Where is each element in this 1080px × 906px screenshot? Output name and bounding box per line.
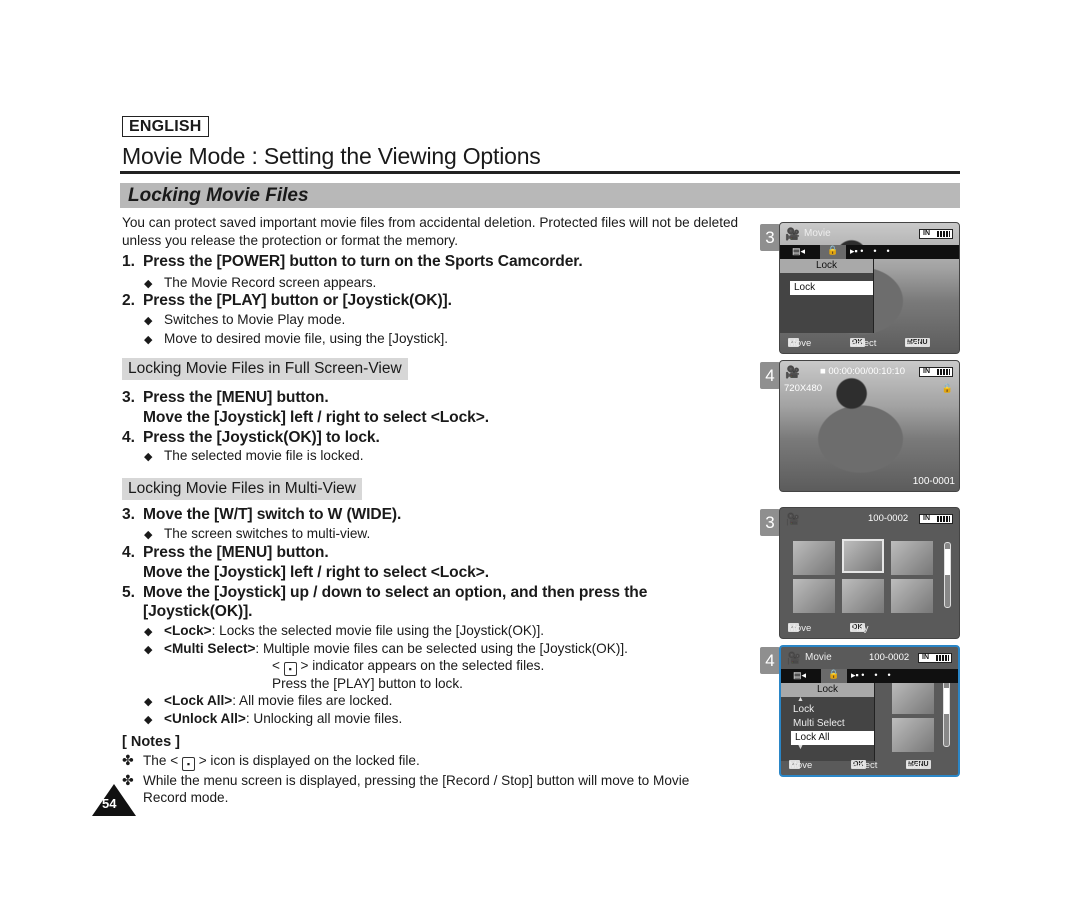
multi-view-icon: ▤◂ <box>792 246 806 256</box>
thumbnail[interactable] <box>793 579 835 613</box>
step-1: 1. Press the [POWER] button to turn on th… <box>122 253 583 270</box>
screen-step-badge: 3 <box>760 509 780 536</box>
option-unlock-all: ◆ <Unlock All>: Unlocking all movie files… <box>144 710 402 729</box>
battery-icon: IN <box>918 653 952 663</box>
bullet: ◆ Switches to Movie Play mode. <box>144 311 345 330</box>
camera-screen-playback: 🎥 ■ 00:00:00/00:10:10 IN 720X480 🔒 100-0… <box>779 360 960 492</box>
multi-view-icon: ▤◂ <box>793 670 807 680</box>
file-number: 100-0002 <box>868 513 909 524</box>
camera-screen-multi-lock-menu: 🎥 Movie 100-0002 IN ▤◂ 🔒 ▸▪ • • • Lock ▲… <box>779 645 960 777</box>
title-divider <box>120 171 960 174</box>
battery-icon: IN <box>919 514 953 524</box>
bullet: ◆ The selected movie file is locked. <box>144 447 363 466</box>
menu-tab-bar: ▤◂ 🔒 ▸▪ • • • <box>780 245 959 259</box>
diamond-bullet-icon: ◆ <box>144 529 153 541</box>
mode-label: Movie <box>805 652 832 663</box>
scrollbar[interactable] <box>943 681 950 747</box>
subheading-full-screen: Locking Movie Files in Full Screen-View <box>122 358 408 380</box>
thumbnail <box>892 718 934 752</box>
subheading-multi-view: Locking Movie Files in Multi-View <box>122 478 362 500</box>
menu-tab-bar: ▤◂ 🔒 ▸▪ • • • <box>781 669 958 683</box>
thumbnail[interactable] <box>891 579 933 613</box>
note-1: ✤ The < ▪ > icon is displayed on the lock… <box>122 752 420 771</box>
menu-title: Lock <box>781 683 874 697</box>
screen-step-badge: 3 <box>760 224 780 251</box>
timecode: 00:00:00/00:10:10 <box>828 366 905 377</box>
menu-title: Lock <box>780 259 873 273</box>
clover-bullet-icon: ✤ <box>122 752 134 768</box>
resolution-label: 720X480 <box>784 383 823 394</box>
note-2-cont: Record mode. <box>143 790 229 805</box>
diamond-bullet-icon: ◆ <box>144 644 153 656</box>
step-2: 2. Press the [PLAY] button or [Joystick(O… <box>122 292 452 309</box>
step-4-full: 4. Press the [Joystick(OK)] to lock. <box>122 429 380 446</box>
step-3-full: 3. Press the [MENU] button. <box>122 389 329 406</box>
bullet: ◆ Move to desired movie file, using the [… <box>144 330 448 349</box>
battery-icon: IN <box>919 367 953 377</box>
thumbnail-selected[interactable] <box>842 539 884 573</box>
screen-step-badge: 4 <box>760 647 780 674</box>
camera-screen-multi-view: 🎥 100-0002 IN ⇔ Move OK Play <box>779 507 960 639</box>
intro-paragraph: You can protect saved important movie fi… <box>122 215 739 248</box>
option-lock-all: ◆ <Lock All>: All movie files are locked. <box>144 692 392 711</box>
step-4-multi: 4. Press the [MENU] button. <box>122 544 329 561</box>
notes-heading: [ Notes ] <box>122 734 180 750</box>
thumbnail[interactable] <box>842 579 884 613</box>
copy-icon: ▸▪ • • • <box>851 670 891 680</box>
thumbnail <box>892 680 934 714</box>
step-5-multi-cont: [Joystick(OK)]. <box>143 603 253 620</box>
movie-camera-icon: 🎥 <box>785 227 800 241</box>
step-4-multi-cont: Move the [Joystick] left / right to sele… <box>143 564 489 581</box>
lock-tab-icon[interactable]: 🔒 <box>821 669 847 683</box>
lock-tab-icon[interactable]: 🔒 <box>820 245 846 259</box>
menu-item-lock[interactable]: Lock <box>781 703 874 717</box>
note-2: ✤ While the menu screen is displayed, pre… <box>122 772 690 788</box>
diamond-bullet-icon: ◆ <box>144 696 153 708</box>
lock-icon: ▪ <box>181 757 195 771</box>
diamond-bullet-icon: ◆ <box>144 315 153 327</box>
thumbnail[interactable] <box>891 541 933 575</box>
movie-play-icon: 🎥 <box>785 365 800 379</box>
movie-play-icon: 🎥 <box>786 651 801 665</box>
bullet: ◆ The screen switches to multi-view. <box>144 525 370 544</box>
key-guide: ⇔ Move OK Select MENU Exit <box>788 338 930 349</box>
option-lock: ◆ <Lock>: Locks the selected movie file u… <box>144 622 544 641</box>
file-number: 100-0001 <box>912 476 955 487</box>
key-guide: ⇔ Move OK Play <box>788 623 869 634</box>
thumbnail[interactable] <box>793 541 835 575</box>
mode-label: Movie <box>804 228 831 239</box>
file-number: 100-0002 <box>869 652 910 663</box>
step-3-full-cont: Move the [Joystick] left / right to sele… <box>143 409 489 426</box>
multi-select-cont-1: < ▪ > indicator appears on the selected … <box>272 658 545 676</box>
scrollbar[interactable] <box>944 542 951 608</box>
page-number-marker: 54 <box>92 784 136 816</box>
menu-panel: Lock Lock <box>780 259 874 333</box>
copy-icon: ▸▪ • • • <box>850 246 890 256</box>
locked-indicator-icon: 🔒 <box>941 383 953 393</box>
camera-screen-lock-menu: 🎥 Movie IN ▤◂ 🔒 ▸▪ • • • Lock Lock ⇔ Move… <box>779 222 960 354</box>
diamond-bullet-icon: ◆ <box>144 626 153 638</box>
battery-icon: IN <box>919 229 953 239</box>
key-guide: ⇔ Move OK Select MENU Exit <box>789 760 931 771</box>
diamond-bullet-icon: ◆ <box>144 451 153 463</box>
diamond-bullet-icon: ◆ <box>144 714 153 726</box>
lock-icon: ▪ <box>283 662 297 676</box>
menu-panel: Lock ▲ Lock Multi Select Lock All ▼ <box>781 683 875 761</box>
step-5-multi: 5. Move the [Joystick] up / down to selec… <box>122 584 648 601</box>
section-title-bar: Locking Movie Files <box>120 183 960 208</box>
screen-step-badge: 4 <box>760 362 780 389</box>
movie-play-icon: 🎥 <box>785 512 800 526</box>
language-badge: ENGLISH <box>122 116 209 137</box>
step-3-multi: 3. Move the [W/T] switch to W (WIDE). <box>122 506 402 523</box>
diamond-bullet-icon: ◆ <box>144 334 153 346</box>
menu-item-lock-all[interactable]: Lock All <box>791 731 874 745</box>
menu-item-multi-select[interactable]: Multi Select <box>781 717 874 731</box>
page-title: Movie Mode : Setting the Viewing Options <box>122 143 541 169</box>
scroll-down-icon[interactable]: ▼ <box>781 744 874 751</box>
section-title: Locking Movie Files <box>128 185 309 206</box>
multi-select-cont-2: Press the [PLAY] button to lock. <box>272 676 463 691</box>
page-number: 54 <box>102 796 117 811</box>
menu-item-lock[interactable]: Lock <box>790 281 873 295</box>
